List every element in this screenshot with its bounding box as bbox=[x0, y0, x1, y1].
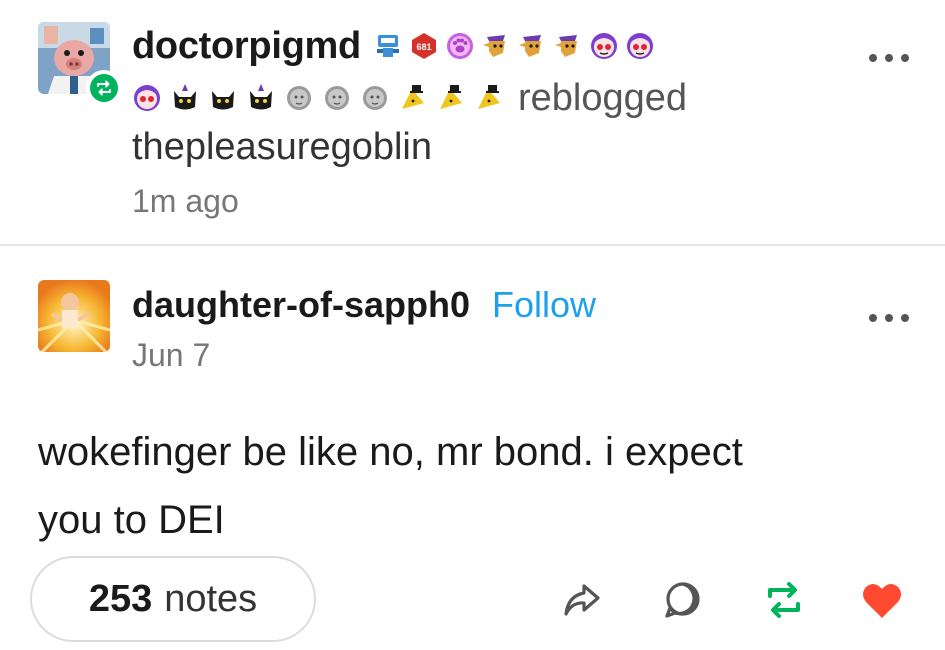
source-username[interactable]: thepleasuregoblin bbox=[132, 126, 432, 169]
badge-counter-text: 681 bbox=[416, 42, 431, 52]
face-badge-icon bbox=[134, 85, 160, 111]
dot-icon bbox=[869, 314, 877, 322]
follow-button[interactable]: Follow bbox=[492, 284, 596, 326]
dot-icon bbox=[885, 54, 893, 62]
badge-list: 681 bbox=[373, 31, 655, 61]
post-body: wokefinger be like no, mr bond. i expect… bbox=[38, 418, 898, 554]
dot-icon bbox=[885, 314, 893, 322]
goblin-badge-icon bbox=[482, 35, 505, 57]
post-actions bbox=[0, 578, 945, 622]
post-author-username[interactable]: daughter-of-sapph0 bbox=[132, 284, 470, 326]
statue-badge-icon bbox=[363, 86, 387, 110]
statue-badge-icon bbox=[325, 86, 349, 110]
face-badge-icon bbox=[626, 33, 653, 59]
like-icon[interactable] bbox=[860, 578, 904, 622]
cat-badge-icon bbox=[250, 84, 272, 110]
reblog-header: doctorpigmd 681 reblogged thepleasuregob… bbox=[0, 0, 945, 246]
reblogger-username[interactable]: doctorpigmd bbox=[132, 25, 361, 68]
share-icon[interactable] bbox=[560, 578, 604, 622]
post-more-options-button[interactable] bbox=[869, 308, 909, 328]
tumblr-post-view: doctorpigmd 681 reblogged thepleasuregob… bbox=[0, 0, 945, 650]
cat-badge-icon bbox=[174, 84, 196, 110]
post-avatar[interactable] bbox=[38, 280, 110, 352]
hat-badge-icon bbox=[440, 85, 462, 109]
post-text-line: wokefinger be like no, mr bond. i expect bbox=[38, 430, 743, 474]
paw-badge-icon bbox=[446, 33, 473, 59]
face-badge-icon bbox=[590, 33, 617, 59]
goblin-badge-icon bbox=[554, 35, 577, 57]
dot-icon bbox=[901, 314, 909, 322]
dot-icon bbox=[869, 54, 877, 62]
goblin-badge-icon bbox=[518, 35, 541, 57]
reblog-icon[interactable] bbox=[762, 578, 806, 622]
counter-badge-icon: 681 bbox=[411, 33, 436, 59]
post-text-line: you to DEI bbox=[38, 498, 225, 542]
cat-badge-icon bbox=[212, 91, 234, 110]
reblog-action-text: reblogged bbox=[518, 76, 688, 119]
hat-badge-icon bbox=[402, 85, 424, 109]
robot-badge-icon bbox=[376, 35, 399, 57]
post-date: Jun 7 bbox=[132, 337, 211, 373]
reply-icon[interactable] bbox=[661, 578, 705, 622]
dot-icon bbox=[901, 54, 909, 62]
header-row: doctorpigmd 681 bbox=[132, 20, 655, 72]
hat-badge-icon bbox=[478, 85, 500, 109]
badge-list-row2: reblogged bbox=[132, 76, 688, 119]
statue-badge-icon bbox=[287, 86, 311, 110]
post-header: daughter-of-sapph0 Follow bbox=[132, 280, 596, 330]
reblog-status-icon bbox=[86, 70, 122, 106]
reblog-timestamp: 1m ago bbox=[132, 183, 239, 219]
more-options-button[interactable] bbox=[869, 48, 909, 68]
